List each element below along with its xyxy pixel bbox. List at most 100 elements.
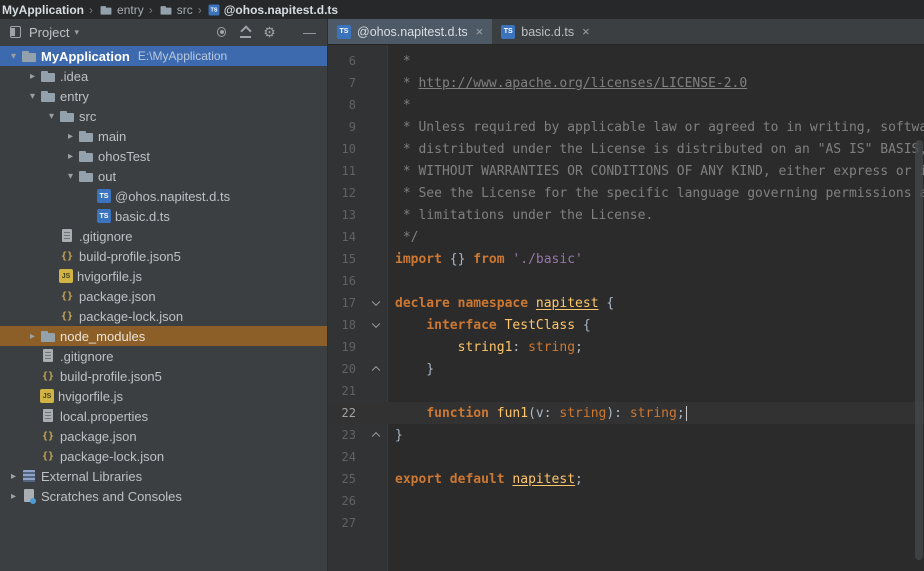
chevron-expanded-icon[interactable]: ▾ xyxy=(6,51,21,62)
breadcrumb-item-src[interactable]: src xyxy=(158,2,193,18)
tree-item-main[interactable]: ▸main xyxy=(0,126,327,146)
fold-down-icon[interactable] xyxy=(372,320,380,328)
hide-icon[interactable]: — xyxy=(301,24,318,40)
chevron-collapsed-icon[interactable]: ▸ xyxy=(25,71,40,82)
code-line-21[interactable]: 21 xyxy=(328,380,924,402)
chevron-collapsed-icon[interactable]: ▸ xyxy=(63,151,78,162)
close-icon[interactable]: × xyxy=(582,24,590,39)
tree-item-package-lock-json[interactable]: {}package-lock.json xyxy=(0,306,327,326)
code-line-13[interactable]: 13 * limitations under the License. xyxy=(328,204,924,226)
code-line-10[interactable]: 10 * distributed under the License is di… xyxy=(328,138,924,160)
chevron-collapsed-icon[interactable]: ▸ xyxy=(6,471,21,482)
fold-column xyxy=(358,50,388,72)
code-line-7[interactable]: 7 * http://www.apache.org/licenses/LICEN… xyxy=(328,72,924,94)
tree-item-build-profile-json5[interactable]: {}build-profile.json5 xyxy=(0,366,327,386)
code-line-25[interactable]: 25export default napitest; xyxy=(328,468,924,490)
code-line-20[interactable]: 20 } xyxy=(328,358,924,380)
tree-item-ohos-napitest-d-ts[interactable]: TS@ohos.napitest.d.ts xyxy=(0,186,327,206)
tree-item-package-lock-json[interactable]: {}package-lock.json xyxy=(0,446,327,466)
gutter-cell: 20 xyxy=(328,358,388,380)
editor-tab-ohos-napitest-d-ts[interactable]: TS@ohos.napitest.d.ts× xyxy=(328,19,492,44)
chevron-expanded-icon[interactable]: ▾ xyxy=(44,111,59,122)
tree-item-ohostest[interactable]: ▸ohosTest xyxy=(0,146,327,166)
fold-column xyxy=(358,138,388,160)
tree-item-local-properties[interactable]: local.properties xyxy=(0,406,327,426)
code-text: interface TestClass { xyxy=(388,318,591,333)
code-token: declare xyxy=(395,296,450,311)
tree-item-build-profile-json5[interactable]: {}build-profile.json5 xyxy=(0,246,327,266)
tree-item-scratches-and-consoles[interactable]: ▸Scratches and Consoles xyxy=(0,486,327,506)
code-line-24[interactable]: 24 xyxy=(328,446,924,468)
code-line-11[interactable]: 11 * WITHOUT WARRANTIES OR CONDITIONS OF… xyxy=(328,160,924,182)
code-token xyxy=(395,318,426,333)
chevron-expanded-icon[interactable]: ▾ xyxy=(25,91,40,102)
line-number: 7 xyxy=(328,76,358,90)
code-text: * See the License for the specific langu… xyxy=(388,186,924,201)
breadcrumb-item-ohos-napitest-d-ts[interactable]: TS@ohos.napitest.d.ts xyxy=(207,3,338,17)
breadcrumb-item-myapplication[interactable]: MyApplication xyxy=(2,3,84,17)
tree-item-myapplication[interactable]: ▾MyApplicationE:\MyApplication xyxy=(0,46,327,66)
editor-tab-basic-d-ts[interactable]: TSbasic.d.ts× xyxy=(492,19,598,44)
lib-file-icon xyxy=(21,468,37,484)
code-line-9[interactable]: 9 * Unless required by applicable law or… xyxy=(328,116,924,138)
gutter-cell: 9 xyxy=(328,116,388,138)
chevron-collapsed-icon[interactable]: ▸ xyxy=(25,331,40,342)
fold-column xyxy=(358,204,388,226)
editor-scrollbar[interactable] xyxy=(914,45,924,571)
gutter-cell: 10 xyxy=(328,138,388,160)
locate-target-icon[interactable] xyxy=(213,24,230,40)
scrollbar-thumb[interactable] xyxy=(915,140,923,561)
code-line-17[interactable]: 17declare namespace napitest { xyxy=(328,292,924,314)
code-line-27[interactable]: 27 xyxy=(328,512,924,534)
code-text: */ xyxy=(388,230,418,245)
collapse-all-icon[interactable] xyxy=(237,24,254,40)
chevron-expanded-icon[interactable]: ▾ xyxy=(63,171,78,182)
code-line-16[interactable]: 16 xyxy=(328,270,924,292)
code-text: * Unless required by applicable law or a… xyxy=(388,120,924,135)
chevron-collapsed-icon[interactable]: ▸ xyxy=(6,491,21,502)
close-icon[interactable]: × xyxy=(476,24,484,39)
settings-icon[interactable]: ⚙ xyxy=(261,24,278,40)
code-text: } xyxy=(388,428,403,443)
code-line-18[interactable]: 18 interface TestClass { xyxy=(328,314,924,336)
tree-item-label: .gitignore xyxy=(60,349,113,364)
tree-item-node-modules[interactable]: ▸node_modules xyxy=(0,326,327,346)
fold-up-icon[interactable] xyxy=(372,366,380,374)
code-token: function xyxy=(426,406,489,421)
tree-item-gitignore[interactable]: .gitignore xyxy=(0,226,327,246)
tree-item-entry[interactable]: ▾entry xyxy=(0,86,327,106)
breadcrumb-item-entry[interactable]: entry xyxy=(98,2,144,18)
editor-tab-bar: TS@ohos.napitest.d.ts×TSbasic.d.ts× xyxy=(328,19,924,45)
tree-item-out[interactable]: ▾out xyxy=(0,166,327,186)
code-token: ; xyxy=(677,406,685,421)
tree-item-hvigorfile-js[interactable]: JShvigorfile.js xyxy=(0,266,327,286)
code-line-12[interactable]: 12 * See the License for the specific la… xyxy=(328,182,924,204)
code-line-19[interactable]: 19 string1: string; xyxy=(328,336,924,358)
code-line-22[interactable]: 22 function fun1(v: string): string; xyxy=(328,402,924,424)
code-line-14[interactable]: 14 */ xyxy=(328,226,924,248)
tab-label: @ohos.napitest.d.ts xyxy=(357,25,468,39)
code-editor[interactable]: 6 *7 * http://www.apache.org/licenses/LI… xyxy=(328,45,924,571)
code-line-26[interactable]: 26 xyxy=(328,490,924,512)
code-line-8[interactable]: 8 * xyxy=(328,94,924,116)
code-line-15[interactable]: 15import {} from './basic' xyxy=(328,248,924,270)
tree-item-package-json[interactable]: {}package.json xyxy=(0,286,327,306)
gutter-cell: 14 xyxy=(328,226,388,248)
code-token: import xyxy=(395,252,442,267)
project-view-dropdown[interactable]: Project ▾ xyxy=(29,25,79,40)
file-file-icon xyxy=(40,348,56,364)
chevron-collapsed-icon[interactable]: ▸ xyxy=(63,131,78,142)
fold-up-icon[interactable] xyxy=(372,432,380,440)
code-line-6[interactable]: 6 * xyxy=(328,50,924,72)
line-number: 12 xyxy=(328,186,358,200)
tree-item-src[interactable]: ▾src xyxy=(0,106,327,126)
tree-item-gitignore[interactable]: .gitignore xyxy=(0,346,327,366)
tree-item-basic-d-ts[interactable]: TSbasic.d.ts xyxy=(0,206,327,226)
code-line-23[interactable]: 23} xyxy=(328,424,924,446)
tree-item-package-json[interactable]: {}package.json xyxy=(0,426,327,446)
tree-item-idea[interactable]: ▸.idea xyxy=(0,66,327,86)
tree-item-external-libraries[interactable]: ▸External Libraries xyxy=(0,466,327,486)
tree-item-hvigorfile-js[interactable]: JShvigorfile.js xyxy=(0,386,327,406)
code-token: ): xyxy=(606,406,629,421)
fold-down-icon[interactable] xyxy=(372,298,380,306)
